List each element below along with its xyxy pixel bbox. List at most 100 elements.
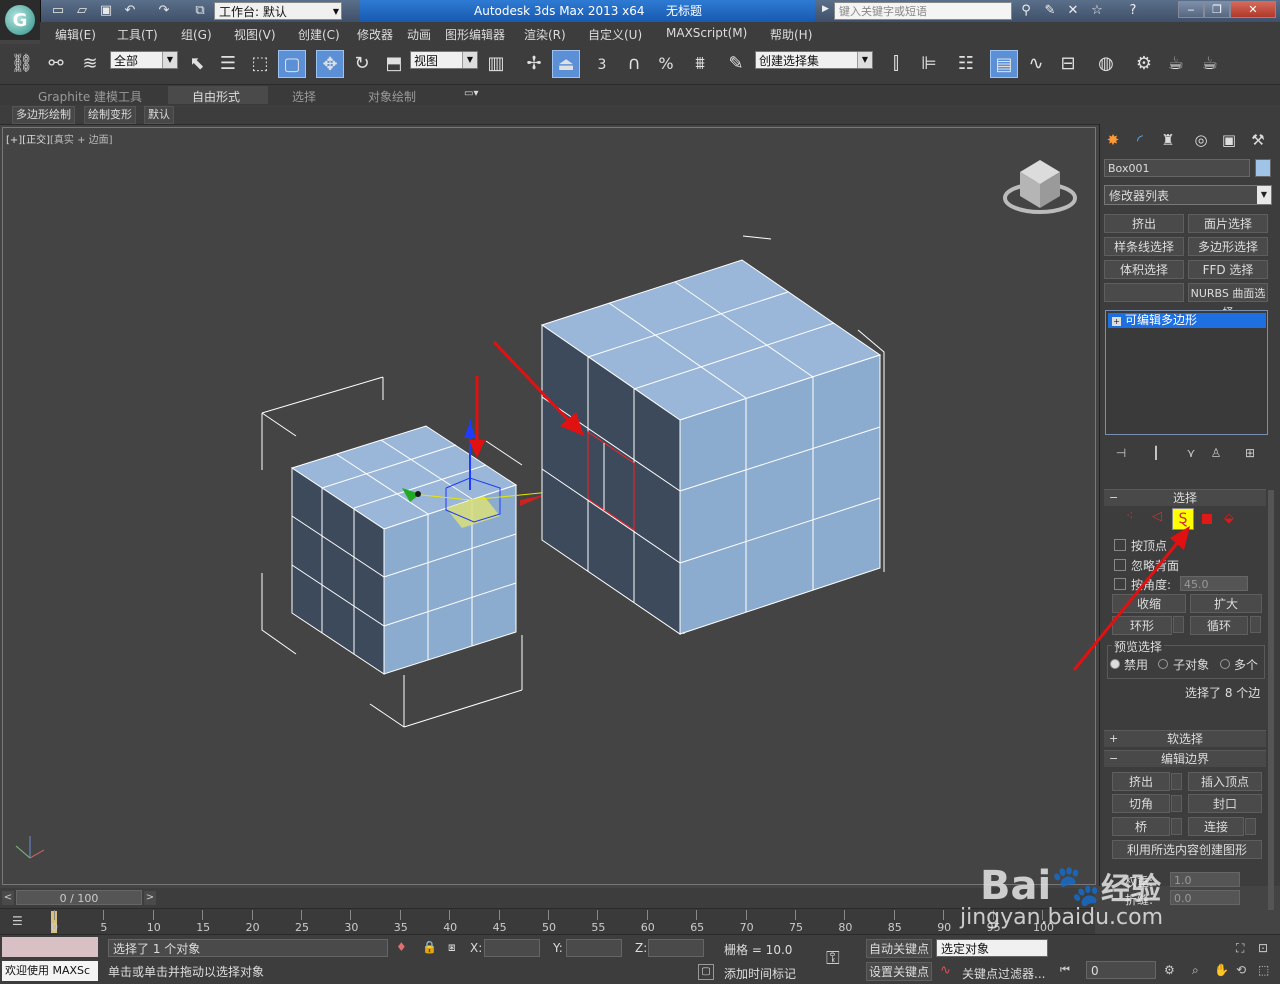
pin-stack-icon[interactable]: ⊣	[1111, 444, 1131, 462]
stack-item-label: 可编辑多边形	[1125, 313, 1198, 327]
extrude-border-button[interactable]: 挤出	[1112, 772, 1170, 791]
render-production-icon[interactable]: ☕	[1196, 50, 1224, 78]
element-mode-icon[interactable]: ⬙	[1224, 511, 1234, 526]
grow-button[interactable]: 扩大	[1190, 594, 1262, 613]
timeline-tick-mark	[646, 910, 648, 920]
timeline-tick-mark	[597, 910, 599, 920]
connect-button[interactable]: 连接	[1188, 817, 1244, 836]
time-slider-thumb[interactable]: 0 / 100	[16, 890, 142, 905]
help-icon[interactable]: ?	[1124, 3, 1142, 19]
isolate-selection-icon[interactable]: ♦	[396, 940, 407, 954]
selection-rollout-header[interactable]: − 选择	[1104, 489, 1266, 506]
time-config-icon[interactable]: ⚙	[1164, 963, 1175, 977]
restore-button[interactable]: ❐	[1204, 1, 1230, 18]
cap-button[interactable]: 封口	[1188, 794, 1262, 813]
y-coord-field[interactable]	[566, 939, 622, 957]
next-frame-button[interactable]: >	[144, 891, 156, 905]
modifier-stack[interactable]	[1105, 310, 1268, 435]
timeline-tick-mark	[943, 910, 945, 920]
z-coord-field[interactable]	[648, 939, 704, 957]
prev-frame-button[interactable]: <	[2, 891, 14, 905]
lock-selection-icon[interactable]: 🔒	[422, 940, 437, 954]
nurbs-select-button[interactable]: NURBS 曲面选择	[1188, 283, 1268, 319]
set-key-icon[interactable]: ⚿	[826, 948, 840, 969]
set-key-button[interactable]: 设置关键点	[866, 962, 932, 981]
add-time-tag[interactable]: 添加时间标记	[724, 965, 796, 982]
polygon-mode-icon[interactable]	[1202, 514, 1212, 524]
modify-tab-icon[interactable]: ◜	[1129, 129, 1151, 151]
loop-spinner[interactable]	[1250, 616, 1261, 633]
large-cube[interactable]	[540, 259, 882, 635]
panel-scrollbar[interactable]	[1268, 490, 1274, 910]
connect-settings-button[interactable]	[1245, 818, 1256, 835]
crease-spinner[interactable]: 0.0	[1170, 890, 1240, 905]
zoom-extents-icon[interactable]: ⛶	[1236, 941, 1244, 956]
rendered-frame-icon[interactable]: ☕	[1162, 50, 1190, 78]
timeline-tick-mark	[152, 910, 154, 920]
create-shape-button[interactable]: 利用所选内容创建图形	[1112, 840, 1262, 859]
pan-icon[interactable]: ✋	[1214, 963, 1229, 977]
timeline-tick-mark	[795, 910, 796, 920]
timeline-tick-mark	[449, 910, 451, 920]
hierarchy-tab-icon[interactable]: ♜	[1157, 129, 1179, 151]
patch-select-button[interactable]: 面片选择	[1188, 214, 1268, 233]
zoom-icon[interactable]: ⌕	[1192, 963, 1199, 978]
timeline-tick-label: 25	[295, 921, 309, 934]
expand-icon[interactable]: +	[1112, 317, 1121, 326]
auto-key-button[interactable]: 自动关键点	[866, 939, 932, 958]
timeline-tick-label: 60	[640, 921, 655, 934]
remove-modifier-icon[interactable]: ♙	[1206, 444, 1226, 462]
insert-vertex-button[interactable]: 插入顶点	[1188, 772, 1262, 791]
viewcube-icon[interactable]	[1003, 160, 1077, 214]
vol-select-button[interactable]: 体积选择	[1104, 260, 1184, 279]
minimize-button[interactable]: ‒	[1178, 1, 1204, 18]
maximize-viewport-icon[interactable]: ⬚	[1258, 963, 1269, 977]
utilities-tab-icon[interactable]: ⚒	[1247, 129, 1269, 151]
render-setup-icon[interactable]: ⚙	[1130, 50, 1158, 78]
timeline-tick-label: 75	[789, 921, 803, 934]
modifier-list-dropdown[interactable]: 修改器列表 ▼	[1104, 185, 1272, 205]
create-tab-icon[interactable]: ✸	[1102, 129, 1124, 151]
maxscript-listener-color[interactable]	[2, 937, 98, 957]
spline-select-button[interactable]: 样条线选择	[1104, 237, 1184, 256]
selection-header-label: 选择	[1172, 491, 1197, 505]
current-frame-field[interactable]: 0	[1086, 961, 1156, 979]
bridge-button[interactable]: 桥	[1112, 817, 1170, 836]
absolute-mode-icon[interactable]: ⧆	[448, 940, 456, 955]
key-filter-dropdown[interactable]: 选定对象	[936, 939, 1048, 957]
zoom-all-icon[interactable]: ⊡	[1258, 941, 1268, 955]
chamfer-button[interactable]: 切角	[1112, 794, 1170, 813]
key-filters-button[interactable]: 关键点过滤器...	[962, 965, 1045, 982]
edit-borders-label: 编辑边界	[1160, 752, 1209, 766]
configure-sets-icon[interactable]: ⊞	[1240, 444, 1260, 462]
motion-tab-icon[interactable]: ◎	[1190, 129, 1212, 151]
make-unique-icon[interactable]: ⋎	[1181, 444, 1201, 462]
selected-count-field: 选择了 1 个对象	[108, 939, 388, 957]
bridge-settings-button[interactable]	[1171, 818, 1182, 835]
maxscript-mini-listener[interactable]: 欢迎使用 MAXSc	[2, 961, 98, 981]
go-to-start-icon[interactable]: ⏮	[1060, 963, 1070, 977]
soft-selection-rollout-header[interactable]: + 软选择	[1104, 730, 1266, 747]
empty-mod-button[interactable]	[1104, 283, 1184, 302]
x-coord-field[interactable]	[484, 939, 540, 957]
mini-curve-editor-icon[interactable]: ☰	[12, 914, 28, 928]
chamfer-settings-button[interactable]	[1171, 795, 1182, 812]
ffd-select-button[interactable]: FFD 选择	[1188, 260, 1268, 279]
object-name-field[interactable]: Box001	[1104, 159, 1250, 177]
close-button[interactable]: ✕	[1230, 1, 1276, 18]
time-tag-icon[interactable]: ▢	[698, 964, 714, 980]
edit-borders-rollout-header[interactable]: − 编辑边界	[1104, 750, 1266, 767]
extrude-settings-button[interactable]	[1171, 773, 1182, 790]
object-color-swatch[interactable]	[1255, 159, 1271, 177]
display-tab-icon[interactable]: ▣	[1218, 129, 1240, 151]
timeline-tick-mark	[498, 910, 500, 920]
stack-item-editable-poly[interactable]: + 可编辑多边形	[1108, 313, 1266, 328]
poly-select-button[interactable]: 多边形选择	[1188, 237, 1268, 256]
weight-spinner[interactable]: 1.0	[1170, 872, 1240, 887]
material-editor-icon[interactable]: ◍	[1092, 50, 1120, 78]
show-end-result-icon[interactable]: ┃	[1146, 444, 1166, 462]
extrude-mod-button[interactable]: 挤出	[1104, 214, 1184, 233]
orbit-icon[interactable]: ⟲	[1236, 963, 1246, 977]
small-cube[interactable]	[290, 425, 518, 675]
preview-multi-radio[interactable]	[1220, 659, 1230, 669]
